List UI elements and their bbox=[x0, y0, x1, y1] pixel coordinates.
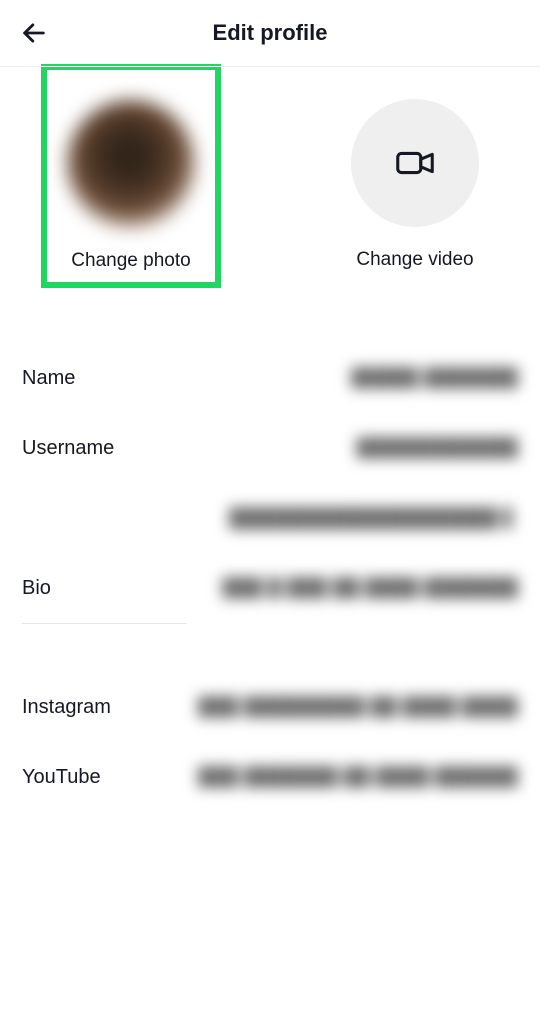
profile-video-placeholder bbox=[351, 99, 479, 227]
youtube-value: ███ ███████ ██ ████ ███████ bbox=[198, 766, 518, 788]
youtube-label: YouTube bbox=[22, 766, 101, 789]
instagram-label: Instagram bbox=[22, 696, 111, 719]
bio-row[interactable]: Bio ███ █ ███ ██ ████ ███████ bbox=[22, 553, 518, 623]
change-photo-button[interactable]: Change photo bbox=[41, 64, 221, 288]
back-arrow-icon bbox=[20, 19, 48, 47]
profile-photo-avatar bbox=[67, 100, 195, 228]
name-row[interactable]: Name █████ ███████ bbox=[22, 343, 518, 413]
video-camera-icon bbox=[392, 140, 438, 186]
profile-link-value: ████████████████████ ▋ bbox=[229, 507, 518, 530]
username-row[interactable]: Username ████████████ bbox=[22, 413, 518, 483]
username-value: ████████████ bbox=[356, 437, 518, 459]
change-video-label: Change video bbox=[356, 249, 473, 271]
youtube-row[interactable]: YouTube ███ ███████ ██ ████ ███████ bbox=[22, 742, 518, 812]
page-title: Edit profile bbox=[213, 20, 328, 46]
bio-label: Bio bbox=[22, 577, 51, 600]
instagram-row[interactable]: Instagram ███ █████████ ██ ████ ███████ bbox=[22, 672, 518, 742]
back-button[interactable] bbox=[18, 17, 50, 49]
username-label: Username bbox=[22, 437, 114, 460]
instagram-value: ███ █████████ ██ ████ ███████ bbox=[198, 696, 518, 718]
bio-value: ███ █ ███ ██ ████ ███████ bbox=[222, 577, 518, 599]
change-photo-label: Change photo bbox=[71, 250, 190, 272]
name-label: Name bbox=[22, 367, 75, 390]
name-value: █████ ███████ bbox=[351, 367, 518, 389]
profile-link-row[interactable]: ████████████████████ ▋ bbox=[22, 483, 518, 553]
change-video-button[interactable]: Change video bbox=[331, 67, 499, 288]
